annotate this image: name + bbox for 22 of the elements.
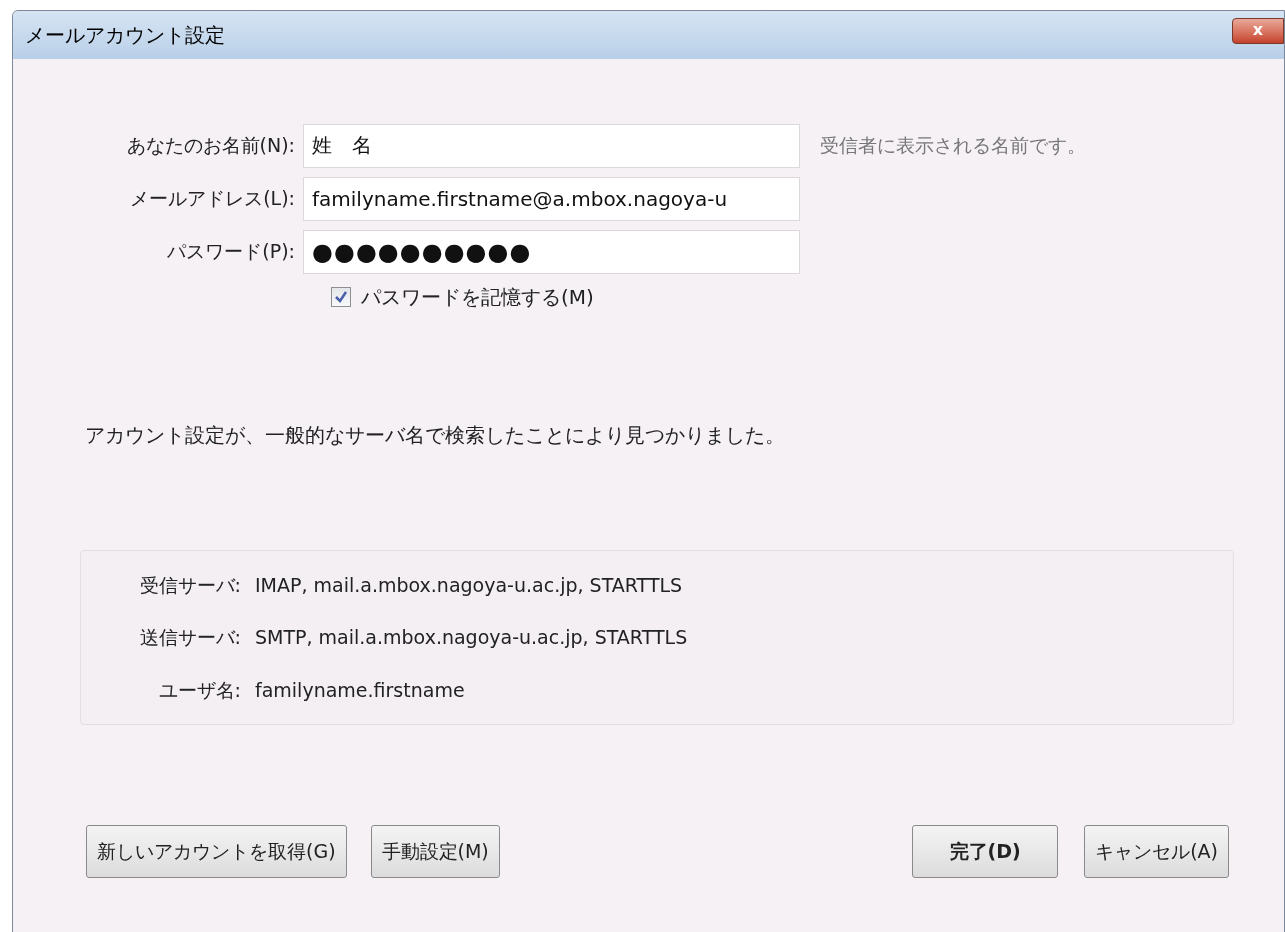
status-message: アカウント設定が、一般的なサーバ名で検索したことにより見つかりました。 bbox=[85, 422, 786, 449]
server-label: 受信サーバ: bbox=[138, 572, 241, 598]
text-field[interactable]: familyname.firstname@a.mbox.nagoya-u bbox=[303, 176, 800, 221]
text-field[interactable]: ●●●●●●●●●● bbox=[303, 229, 800, 274]
server-label: ユーザ名: bbox=[157, 677, 241, 703]
checkmark-icon bbox=[334, 290, 348, 304]
remember-checkbox[interactable] bbox=[331, 287, 351, 307]
server-value: IMAP, mail.a.mbox.nagoya-u.ac.jp, STARTTLS bbox=[255, 572, 683, 598]
field-label: メールアドレス(L): bbox=[129, 186, 296, 212]
field-hint: 受信者に表示される名前です。 bbox=[820, 133, 1086, 159]
dialog-button[interactable]: 新しいアカウントを取得(G) bbox=[86, 825, 347, 878]
field-label: あなたのお名前(N): bbox=[125, 133, 296, 159]
window-title: メールアカウント設定 bbox=[25, 22, 225, 49]
checkbox-label: パスワードを記憶する(M) bbox=[361, 284, 594, 311]
dialog-button[interactable]: キャンセル(A) bbox=[1084, 825, 1229, 878]
server-value: SMTP, mail.a.mbox.nagoya-u.ac.jp, STARTTLS bbox=[255, 625, 688, 651]
text-field[interactable]: 姓 名 bbox=[303, 123, 800, 168]
server-label: 送信サーバ: bbox=[138, 625, 241, 651]
field-label: パスワード(P): bbox=[166, 239, 296, 265]
dialog-button[interactable]: 手動設定(M) bbox=[370, 825, 500, 878]
server-value: familyname.firstname bbox=[255, 677, 465, 703]
dialog-button[interactable]: 完了(D) bbox=[912, 825, 1059, 878]
